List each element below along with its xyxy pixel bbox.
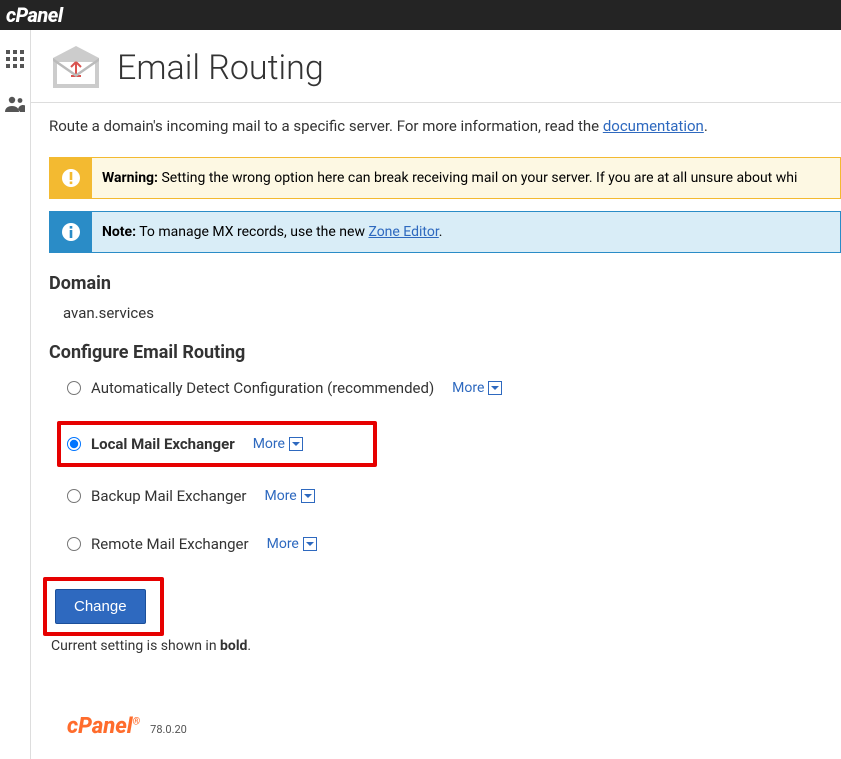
note-label: Note: [102, 224, 136, 240]
more-text: More [253, 436, 285, 452]
radio-local-exchanger[interactable]: Local Mail Exchanger More [63, 425, 357, 463]
content-area: Email Routing Route a domain's incoming … [30, 30, 841, 759]
email-routing-icon [49, 44, 103, 92]
documentation-link[interactable]: documentation [603, 117, 704, 135]
users-icon[interactable] [5, 96, 25, 116]
main-wrap: Email Routing Route a domain's incoming … [0, 30, 841, 759]
radio-auto-detect-label: Automatically Detect Configuration (reco… [91, 379, 434, 397]
radio-backup-input[interactable] [67, 489, 81, 503]
warning-label: Warning: [102, 170, 158, 186]
intro-suffix: . [704, 117, 708, 135]
top-bar: cPanel [0, 0, 841, 30]
more-text: More [452, 380, 484, 396]
radio-backup-label: Backup Mail Exchanger [91, 487, 246, 505]
chevron-down-icon [488, 381, 502, 395]
radio-local-input[interactable] [67, 437, 81, 451]
cpanel-footer-logo: cPanel® [67, 714, 140, 739]
note-prefix: To manage MX records, use the new [136, 224, 368, 240]
warning-alert: Warning: Setting the wrong option here c… [49, 157, 841, 199]
radio-remote-exchanger[interactable]: Remote Mail Exchanger More [63, 529, 841, 559]
more-link-local[interactable]: More [253, 436, 303, 452]
more-text: More [267, 536, 299, 552]
chevron-down-icon [303, 537, 317, 551]
radio-auto-detect[interactable]: Automatically Detect Configuration (reco… [63, 373, 841, 403]
grid-icon[interactable] [6, 50, 24, 72]
highlight-local: Local Mail Exchanger More [57, 421, 377, 467]
side-rail [0, 30, 30, 759]
note-suffix: . [439, 224, 443, 240]
cpanel-logo: cPanel [6, 3, 63, 27]
radio-local-label: Local Mail Exchanger [91, 435, 235, 453]
more-link-backup[interactable]: More [264, 488, 314, 504]
more-link-auto[interactable]: More [452, 380, 502, 396]
radio-backup-exchanger[interactable]: Backup Mail Exchanger More [63, 481, 841, 511]
warning-body: Warning: Setting the wrong option here c… [92, 158, 840, 198]
more-text: More [264, 488, 296, 504]
warning-icon [50, 158, 92, 198]
routing-section-title: Configure Email Routing [49, 342, 841, 363]
intro-prefix: Route a domain's incoming mail to a spec… [49, 117, 603, 135]
info-icon [50, 212, 92, 252]
note-alert: Note: To manage MX records, use the new … [49, 211, 841, 253]
radio-list: Automatically Detect Configuration (reco… [49, 373, 841, 559]
more-link-remote[interactable]: More [267, 536, 317, 552]
page-title: Email Routing [117, 48, 324, 88]
radio-auto-detect-input[interactable] [67, 381, 81, 395]
body-section: Route a domain's incoming mail to a spec… [31, 103, 841, 739]
domain-section-title: Domain [49, 273, 841, 294]
chevron-down-icon [289, 437, 303, 451]
warning-text: Setting the wrong option here can break … [158, 170, 797, 186]
page-header: Email Routing [31, 30, 841, 103]
current-note-bold: bold [220, 638, 247, 654]
change-button[interactable]: Change [55, 589, 146, 624]
note-body: Note: To manage MX records, use the new … [92, 212, 840, 252]
radio-remote-input[interactable] [67, 537, 81, 551]
version-text: 78.0.20 [150, 723, 187, 736]
footer: cPanel® 78.0.20 [49, 714, 841, 739]
highlight-change: Change [43, 577, 164, 636]
intro-text: Route a domain's incoming mail to a spec… [49, 117, 841, 135]
chevron-down-icon [301, 489, 315, 503]
current-setting-note: Current setting is shown in bold. [51, 638, 841, 654]
zone-editor-link[interactable]: Zone Editor [368, 224, 438, 240]
radio-remote-label: Remote Mail Exchanger [91, 535, 249, 553]
domain-value: avan.services [49, 304, 841, 322]
current-note-prefix: Current setting is shown in [51, 638, 220, 654]
current-note-suffix: . [247, 638, 251, 654]
